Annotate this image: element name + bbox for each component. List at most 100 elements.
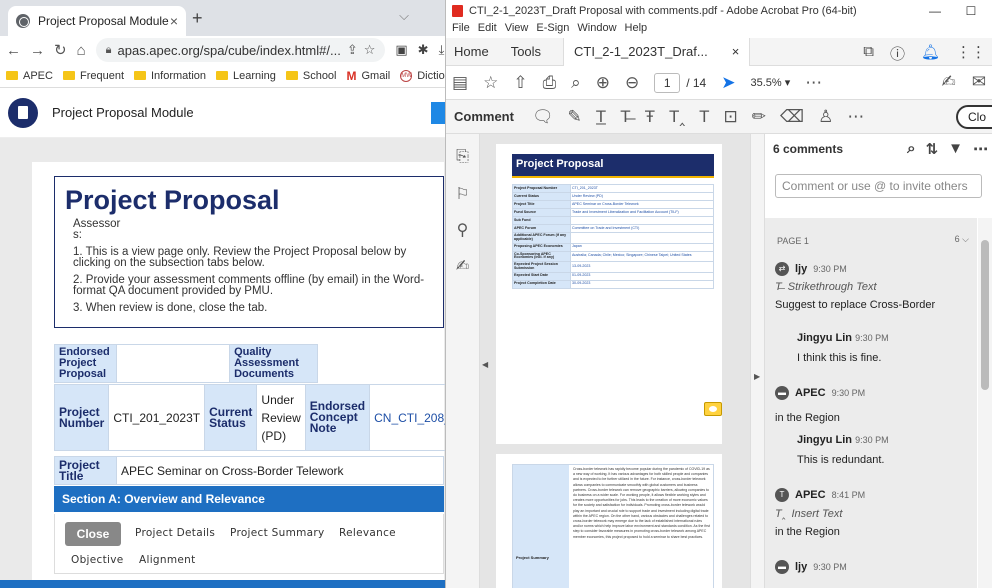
- new-tab-button[interactable]: +: [192, 8, 203, 29]
- reload-icon[interactable]: ↻: [54, 41, 67, 59]
- star-icon[interactable]: ☆: [483, 73, 498, 93]
- endorsed-cn-link[interactable]: CN_CTI_208_2023: [369, 384, 445, 451]
- menu-help[interactable]: Help: [625, 22, 648, 38]
- forward-icon[interactable]: →: [30, 42, 45, 59]
- sign-icon[interactable]: ✍: [942, 72, 956, 92]
- zoom-select[interactable]: 35.5% ▾: [750, 76, 790, 89]
- replace-text-icon[interactable]: Ŧ: [645, 107, 655, 127]
- comment-item[interactable]: ⇄ ljy 9:30 PM T̶ Strikethrough Text Suggest…: [775, 262, 935, 311]
- upload-icon[interactable]: ⇧: [513, 73, 527, 93]
- insert-text-icon[interactable]: T‸: [669, 107, 685, 127]
- bookmark-star-icon[interactable]: ☆: [364, 42, 376, 58]
- comments-scroll-thumb[interactable]: [981, 240, 989, 390]
- tab-project-details[interactable]: Project Details: [135, 527, 215, 539]
- bookmark-apec[interactable]: APEC: [6, 70, 53, 82]
- document-view[interactable]: Project Proposal Project Proposal Number…: [480, 134, 782, 588]
- tab-project-summary[interactable]: Project Summary: [230, 527, 325, 539]
- bookmark-school[interactable]: School: [285, 70, 337, 82]
- next-page-icon[interactable]: ⊖: [625, 73, 639, 93]
- signature-panel-icon[interactable]: ✍: [446, 256, 479, 278]
- add-text-icon[interactable]: T: [699, 107, 709, 127]
- share-icon[interactable]: ⇪: [347, 42, 358, 58]
- close-button[interactable]: Close: [65, 522, 121, 546]
- tab-search-icon[interactable]: ⌵: [399, 8, 409, 24]
- pencil-icon[interactable]: ✏: [752, 107, 766, 127]
- print-icon[interactable]: ⎙: [543, 73, 557, 93]
- menu-esign[interactable]: E-Sign: [536, 22, 569, 38]
- comment-item[interactable]: T APEC 8:41 PM T‸ Insert Text in the Region: [775, 488, 865, 538]
- lock-icon[interactable]: 🔒︎: [106, 44, 112, 57]
- home-icon[interactable]: ⌂: [77, 42, 86, 59]
- tab-home[interactable]: Home: [454, 44, 489, 59]
- doc-tab-close[interactable]: ×: [732, 38, 740, 66]
- notification-icon[interactable]: 🔔︎: [921, 43, 940, 64]
- close-comment-button[interactable]: Clo: [956, 105, 992, 129]
- menu-window[interactable]: Window: [577, 22, 616, 38]
- tab-close-button[interactable]: ×: [170, 13, 178, 29]
- menu-view[interactable]: View: [505, 22, 529, 38]
- menu-edit[interactable]: Edit: [478, 22, 497, 38]
- address-bar[interactable]: 🔒︎ apas.apec.org/spa/cube/index.html#/..…: [95, 38, 386, 62]
- sticky-note-icon[interactable]: 🗨︎: [532, 107, 554, 127]
- pdf-row-value: [570, 232, 714, 244]
- strikethrough-icon[interactable]: T̶: [620, 107, 630, 127]
- bookmark-information[interactable]: Information: [134, 70, 206, 82]
- back-icon[interactable]: ←: [6, 42, 21, 59]
- stamp-icon[interactable]: ♙: [818, 107, 833, 127]
- page-group-count[interactable]: 6 ⌵: [955, 234, 969, 245]
- menu-file[interactable]: File: [452, 22, 470, 38]
- comment-input[interactable]: Comment or use @ to invite others: [775, 174, 982, 198]
- mail-icon[interactable]: ✉: [972, 72, 986, 92]
- comment-time: 9:30 PM: [831, 388, 866, 398]
- comment-item[interactable]: ▬ APEC 9:30 PM in the Region: [775, 386, 865, 424]
- share-screen-icon[interactable]: ⧉: [863, 43, 874, 64]
- download-icon[interactable]: ⤓: [439, 42, 445, 58]
- text-box-icon[interactable]: ⊡: [724, 107, 738, 127]
- minimize-icon[interactable]: —: [920, 4, 950, 18]
- tab-relevance[interactable]: Relevance: [339, 527, 396, 539]
- extension-icon[interactable]: ▣: [395, 42, 407, 58]
- bookmark-learning[interactable]: Learning: [216, 70, 276, 82]
- search-icon[interactable]: ⌕: [907, 140, 915, 158]
- save-icon[interactable]: ▤: [452, 73, 468, 93]
- highlight-icon[interactable]: ✎: [568, 107, 582, 127]
- pdf-table-row: Co-Sponsoring APEC Economies (incl. if a…: [512, 250, 714, 263]
- reply-item[interactable]: Jingyu Lin 9:30 PM This is redundant.: [797, 434, 889, 466]
- side-handle[interactable]: [431, 102, 445, 124]
- help-icon[interactable]: ⓘ: [890, 43, 905, 64]
- comment-item[interactable]: ▬ ljy 9:30 PM: [775, 560, 847, 574]
- more-comment-tools-icon[interactable]: ⋯: [847, 107, 864, 127]
- prev-page-icon[interactable]: ⊕: [596, 73, 610, 93]
- reply-item[interactable]: Jingyu Lin 9:30 PM I think this is fine.: [797, 332, 889, 364]
- underline-text-icon[interactable]: T̲: [596, 107, 606, 127]
- collapse-left-arrow[interactable]: ◀: [482, 360, 488, 369]
- sort-icon[interactable]: ⇅: [926, 140, 939, 158]
- attachment-icon[interactable]: ⚲: [446, 220, 479, 242]
- sticky-note-annotation[interactable]: [704, 402, 722, 416]
- bookmark-panel-icon[interactable]: ⚐: [446, 184, 479, 206]
- tab-tools[interactable]: Tools: [511, 44, 541, 59]
- find-icon[interactable]: ⌕: [571, 73, 581, 93]
- page-thumbnails-icon[interactable]: ⎘: [446, 148, 479, 170]
- apps-grid-icon[interactable]: ⋮⋮: [956, 43, 986, 64]
- pdf-row-label: Expected Start Date: [512, 271, 571, 281]
- puzzle-icon[interactable]: ✱: [418, 42, 429, 58]
- more-icon[interactable]: ⋯: [805, 73, 822, 93]
- bookmark-gmail[interactable]: M Gmail: [347, 69, 391, 83]
- browser-tab[interactable]: Project Proposal Module ×: [8, 6, 186, 36]
- eraser-icon[interactable]: ⌫: [780, 107, 804, 127]
- more-options-icon[interactable]: ⋯: [973, 140, 988, 158]
- comments-scrollbar[interactable]: [978, 218, 992, 588]
- tab-document[interactable]: CTI_2-1_2023T_Draf... ×: [563, 37, 751, 66]
- expand-right-arrow[interactable]: ▶: [754, 372, 760, 381]
- maximize-icon[interactable]: ☐: [956, 4, 986, 18]
- tab-objective[interactable]: Objective: [71, 554, 124, 566]
- tab-alignment[interactable]: Alignment: [139, 554, 196, 566]
- bookmark-frequent[interactable]: Frequent: [62, 70, 124, 82]
- bookmark-dictionary[interactable]: MW Dictionary by: [400, 69, 445, 82]
- pane-divider[interactable]: ▶: [750, 134, 764, 588]
- select-cursor-icon[interactable]: ➤: [721, 73, 735, 93]
- url-text[interactable]: apas.apec.org/spa/cube/index.html#/...: [118, 43, 341, 58]
- filter-icon[interactable]: ▼: [948, 140, 963, 158]
- page-number-input[interactable]: 1: [654, 72, 681, 93]
